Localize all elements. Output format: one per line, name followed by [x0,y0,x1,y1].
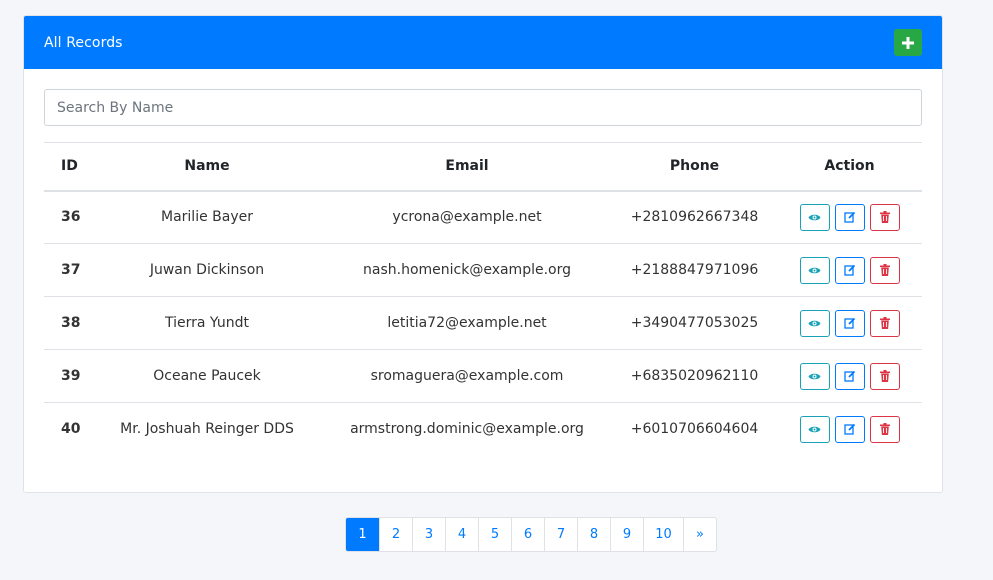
page-link-4[interactable]: 4 [445,518,478,551]
page-link-8[interactable]: 8 [577,518,610,551]
page-next[interactable]: » [683,518,716,551]
page-link-2[interactable]: 2 [379,518,412,551]
trash-icon [879,370,890,382]
trash-icon [879,264,890,276]
cell-phone: +6010706604604 [630,421,759,438]
page-link-9[interactable]: 9 [610,518,643,551]
header-email: Email [322,142,612,192]
row-actions [777,256,922,284]
table-row: 40 Mr. Joshuah Reinger DDS armstrong.domin… [44,403,922,456]
cell-phone: +2188847971096 [612,243,777,297]
cell-email: nash.homenick@example.org [322,243,612,297]
eye-icon [808,373,821,379]
cell-id: 36 [44,190,92,244]
pagination: 1 2 3 4 5 6 7 8 9 10» [345,517,717,552]
row-actions [777,203,922,231]
delete-button[interactable] [869,362,900,390]
header-phone: Phone [612,142,777,192]
edit-icon [843,317,855,329]
delete-button[interactable] [869,415,900,443]
table-row: 37 Juwan Dickinson nash.homenick@example.o… [44,243,922,297]
trash-icon [879,423,890,436]
eye-icon [808,426,821,433]
cell-name: Juwan Dickinson [92,243,322,297]
header-id: ID [44,142,92,192]
cell-email: ycrona@example.net [322,190,612,244]
delete-button[interactable] [869,309,900,337]
cell-id: 40 [61,421,81,438]
cell-email: letitia72@example.net [322,296,612,350]
edit-icon [843,370,855,382]
view-button[interactable] [799,203,830,231]
plus-icon [902,36,914,49]
edit-icon [843,212,855,223]
cell-action [777,190,922,244]
cell-id: 39 [44,349,92,403]
cell-name: Mr. Joshuah Reinger DDS [120,421,294,438]
eye-icon [808,267,821,273]
cell-phone: +6835020962110 [612,349,777,403]
cell-name: Oceane Paucek [92,349,322,403]
page-link-3[interactable]: 3 [412,518,445,551]
page-link-10[interactable]: 10 [643,518,683,551]
header-name: Name [92,142,322,192]
cell-name: Marilie Bayer [92,190,322,244]
row-actions [777,362,922,390]
cell-phone: +3490477053025 [612,296,777,350]
cell-email: armstrong.dominic@example.org [350,421,584,438]
add-record-button[interactable] [894,29,922,56]
cell-phone: +2810962667348 [612,190,777,244]
edit-button[interactable] [834,415,865,443]
view-button[interactable] [799,309,830,337]
table-row: 39 Oceane Paucek sromaguera@example.com +68… [44,349,922,403]
card-header: All Records [24,16,942,69]
view-button[interactable] [799,256,830,284]
edit-button[interactable] [834,309,865,337]
trash-icon [879,317,890,329]
records-card: All Records ID Name Email Phone Action 3… [23,15,943,493]
page-link-6[interactable]: 6 [511,518,544,551]
edit-icon [843,264,855,276]
delete-button[interactable] [869,256,900,284]
page-link-7[interactable]: 7 [544,518,577,551]
view-button[interactable] [799,415,830,443]
table-row: 36 Marilie Bayer ycrona@example.net +281096… [44,190,922,244]
table-row: 38 Tierra Yundt letitia72@example.net +3490… [44,296,922,350]
table-header-row: ID Name Email Phone Action [44,142,922,192]
edit-icon [843,424,855,435]
cell-name: Tierra Yundt [92,296,322,350]
trash-icon [879,211,890,224]
cell-email: sromaguera@example.com [322,349,612,403]
cell-id: 38 [44,296,92,350]
page-link-5[interactable]: 5 [478,518,511,551]
edit-button[interactable] [834,362,865,390]
cell-id: 37 [44,243,92,297]
edit-button[interactable] [834,256,865,284]
page-link-1[interactable]: 1 [346,518,379,551]
delete-button[interactable] [869,203,900,231]
edit-button[interactable] [834,203,865,231]
cell-action [777,296,922,350]
card-title: All Records [44,34,123,51]
header-action: Action [777,142,922,192]
row-actions [777,309,922,337]
cell-action [777,403,922,456]
view-button[interactable] [799,362,830,390]
cell-action [777,349,922,403]
cell-action [777,243,922,297]
eye-icon [808,320,821,326]
row-actions [777,415,922,443]
records-table: ID Name Email Phone Action 36 Marilie Bay… [44,142,922,456]
eye-icon [808,214,821,221]
search-input[interactable] [44,89,922,126]
card-body: ID Name Email Phone Action 36Marilie Bay… [24,69,942,456]
